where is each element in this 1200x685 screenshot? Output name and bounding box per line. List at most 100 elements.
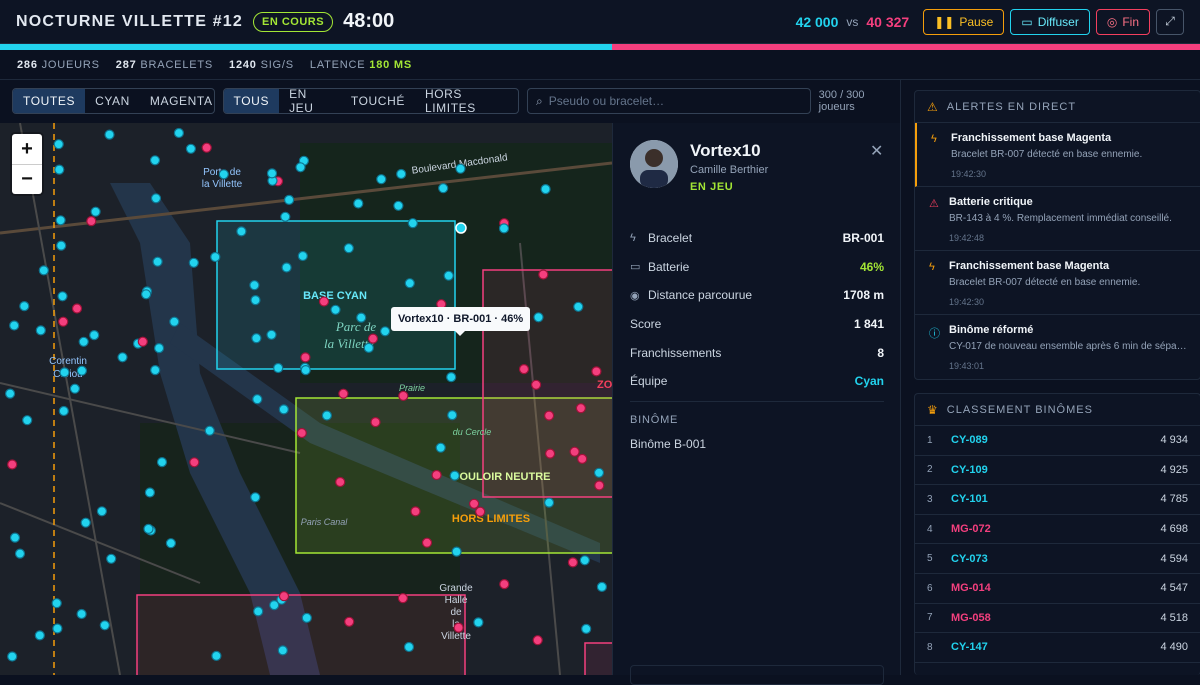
player-marker-magenta[interactable] xyxy=(58,316,69,327)
player-marker-cyan[interactable] xyxy=(55,215,66,226)
player-marker-magenta[interactable] xyxy=(296,427,307,439)
ranking-row[interactable]: 7 MG-058 4 518 xyxy=(915,604,1200,634)
filter-state-all[interactable]: TOUS xyxy=(223,89,280,113)
player-marker-cyan[interactable] xyxy=(593,467,605,478)
player-marker-magenta[interactable] xyxy=(344,616,355,627)
player-marker-cyan[interactable] xyxy=(96,506,108,517)
player-marker-magenta[interactable] xyxy=(431,469,442,481)
ranking-row[interactable]: 2 CY-109 4 925 xyxy=(915,456,1200,486)
player-marker-cyan[interactable] xyxy=(9,532,21,543)
player-marker-cyan[interactable] xyxy=(141,289,152,300)
player-marker-magenta[interactable] xyxy=(398,390,409,401)
player-marker-cyan[interactable] xyxy=(34,630,45,641)
player-marker-cyan[interactable] xyxy=(540,183,551,195)
player-marker-cyan[interactable] xyxy=(9,320,20,331)
map-view[interactable]: BASE CYAN COULOIR NEUTRE HORS LIMITES ZO… xyxy=(0,123,612,675)
ranking-row[interactable]: 5 CY-073 4 594 xyxy=(915,544,1200,574)
player-marker-cyan[interactable] xyxy=(596,581,608,592)
player-marker-cyan[interactable] xyxy=(188,257,199,268)
player-marker-magenta[interactable] xyxy=(410,506,421,517)
player-marker-magenta[interactable] xyxy=(318,296,330,307)
ranking-row[interactable]: 8 CY-147 4 490 xyxy=(915,633,1200,663)
player-marker-cyan[interactable] xyxy=(277,645,288,656)
player-marker-cyan[interactable] xyxy=(144,487,155,498)
player-marker-magenta[interactable] xyxy=(499,579,510,590)
player-marker-cyan[interactable] xyxy=(89,330,100,341)
player-marker-cyan[interactable] xyxy=(53,139,64,150)
player-marker-cyan[interactable] xyxy=(249,280,260,291)
player-marker-magenta[interactable] xyxy=(7,459,18,470)
player-marker-cyan[interactable] xyxy=(581,623,592,634)
player-marker-cyan[interactable] xyxy=(117,352,128,363)
player-marker-cyan[interactable] xyxy=(356,312,367,323)
player-marker-magenta[interactable] xyxy=(575,403,587,414)
player-marker-cyan[interactable] xyxy=(104,129,115,140)
player-marker-cyan[interactable] xyxy=(297,250,308,262)
player-marker-cyan[interactable] xyxy=(543,497,555,508)
player-marker-magenta[interactable] xyxy=(189,457,200,468)
filter-state-playing[interactable]: EN JEU xyxy=(279,89,341,113)
player-marker-cyan[interactable] xyxy=(266,168,278,179)
search-input[interactable] xyxy=(548,94,809,108)
player-marker-cyan[interactable] xyxy=(69,383,81,394)
player-marker-cyan[interactable] xyxy=(273,362,284,374)
player-marker-cyan[interactable] xyxy=(22,415,33,426)
player-marker-cyan[interactable] xyxy=(150,193,162,204)
ranking-row[interactable]: 4 MG-072 4 698 xyxy=(915,515,1200,545)
player-marker-magenta[interactable] xyxy=(518,364,530,375)
player-marker-cyan[interactable] xyxy=(173,127,184,139)
filter-team-magenta[interactable]: MAGENTA xyxy=(140,89,214,113)
player-marker-magenta[interactable] xyxy=(421,537,433,548)
player-marker-cyan[interactable] xyxy=(169,316,180,327)
diffuser-button[interactable]: ▭ Diffuser xyxy=(1010,8,1090,35)
player-marker-cyan[interactable] xyxy=(80,517,91,528)
player-marker-cyan[interactable] xyxy=(252,394,263,405)
player-marker-cyan[interactable] xyxy=(396,168,407,180)
player-marker-cyan[interactable] xyxy=(447,410,458,421)
player-marker-cyan[interactable] xyxy=(154,343,165,354)
alert-item[interactable]: ϟ Franchissement base Magenta Bracelet B… xyxy=(915,123,1200,187)
player-marker-magenta[interactable] xyxy=(137,336,148,347)
fin-button[interactable]: ◎ Fin xyxy=(1095,8,1150,35)
player-marker-cyan[interactable] xyxy=(321,410,332,421)
player-marker-cyan[interactable] xyxy=(301,612,312,623)
player-marker-magenta[interactable] xyxy=(338,388,349,399)
zone-base-magenta[interactable] xyxy=(482,269,612,498)
player-marker-magenta[interactable] xyxy=(530,379,542,390)
player-marker-magenta[interactable] xyxy=(543,410,555,421)
player-marker-cyan[interactable] xyxy=(278,404,289,415)
player-marker-magenta[interactable] xyxy=(591,366,602,377)
player-marker-cyan[interactable] xyxy=(210,251,221,263)
player-marker-cyan[interactable] xyxy=(363,342,374,353)
player-marker-cyan[interactable] xyxy=(473,617,484,628)
player-marker-cyan[interactable] xyxy=(451,546,462,557)
player-marker-cyan[interactable] xyxy=(59,367,70,378)
player-marker-cyan[interactable] xyxy=(343,243,354,254)
player-marker-cyan[interactable] xyxy=(393,200,404,211)
player-marker-magenta[interactable] xyxy=(71,303,83,314)
player-marker-magenta[interactable] xyxy=(544,448,556,459)
player-marker-magenta[interactable] xyxy=(300,352,311,363)
player-marker-cyan[interactable] xyxy=(449,470,460,481)
player-marker-cyan[interactable] xyxy=(403,641,415,653)
zoom-out-button[interactable]: − xyxy=(12,164,42,194)
player-marker-cyan[interactable] xyxy=(236,226,247,237)
player-marker-cyan[interactable] xyxy=(380,326,391,337)
player-marker-cyan[interactable] xyxy=(150,365,161,376)
player-marker-cyan[interactable] xyxy=(54,164,65,175)
player-marker-magenta[interactable] xyxy=(278,591,290,602)
player-marker-cyan[interactable] xyxy=(435,442,446,453)
player-marker-cyan[interactable] xyxy=(446,372,457,383)
player-marker-cyan[interactable] xyxy=(295,162,306,173)
player-marker-cyan[interactable] xyxy=(52,623,63,634)
filter-state-out[interactable]: HORS LIMITES xyxy=(415,89,518,113)
player-marker-cyan[interactable] xyxy=(300,365,311,376)
player-marker-cyan[interactable] xyxy=(250,492,261,503)
player-marker-cyan[interactable] xyxy=(78,336,89,347)
player-marker-cyan[interactable] xyxy=(407,218,418,229)
player-marker-cyan[interactable] xyxy=(7,651,18,662)
player-marker-cyan[interactable] xyxy=(152,256,163,267)
filter-team-cyan[interactable]: CYAN xyxy=(85,89,140,113)
player-marker-cyan[interactable] xyxy=(90,206,101,217)
close-icon[interactable]: ✕ xyxy=(870,141,883,161)
